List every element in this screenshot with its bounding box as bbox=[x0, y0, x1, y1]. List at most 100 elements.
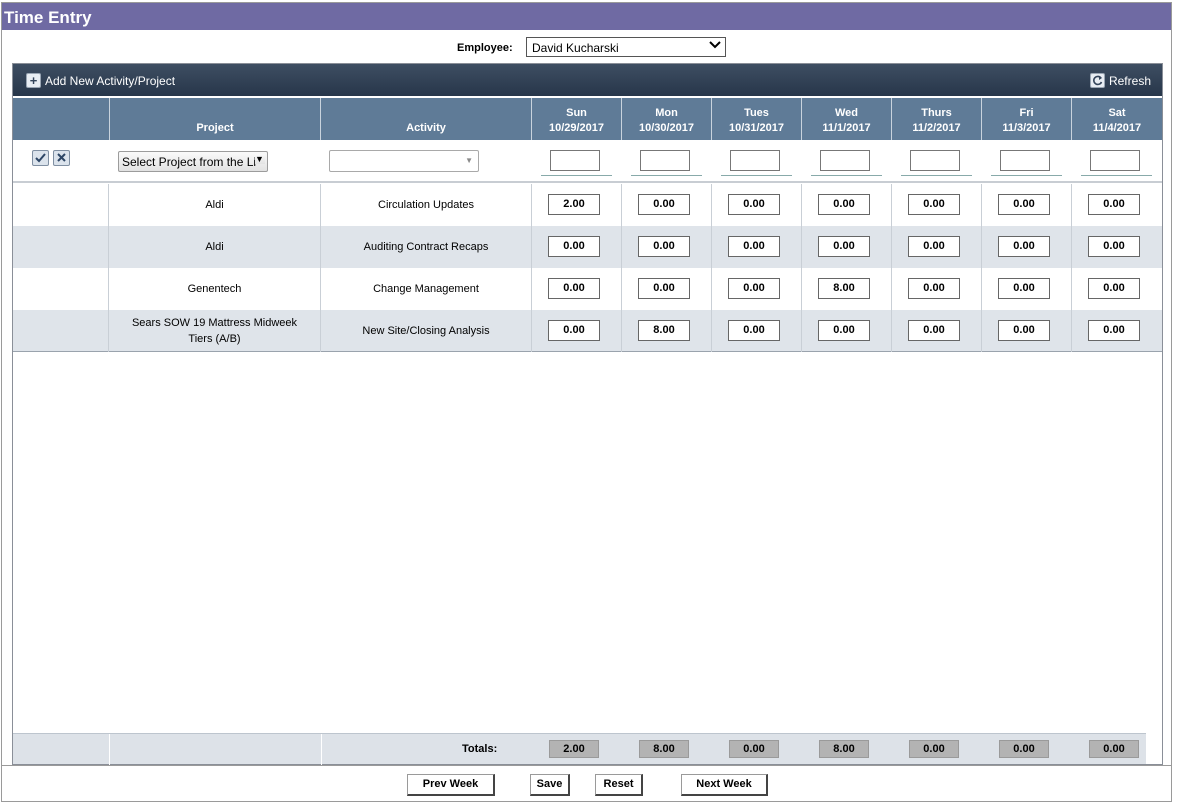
grid-toolbar: + Add New Activity/Project Refresh bbox=[13, 64, 1162, 96]
table-row: Aldi Circulation Updates 2.00 0.00 0.00 … bbox=[13, 184, 1162, 226]
grid-header: Project Activity Sun 10/29/2017 Mon 10/30/… bbox=[13, 98, 1162, 140]
hours-input[interactable]: 8.00 bbox=[638, 320, 690, 341]
header-day-sat: Sat 11/4/2017 bbox=[1092, 107, 1142, 134]
hours-input[interactable]: 0.00 bbox=[818, 320, 870, 341]
hours-input[interactable]: 0.00 bbox=[728, 320, 780, 341]
dropdown-arrow-icon: ▼ bbox=[255, 154, 265, 164]
refresh-label: Refresh bbox=[1108, 73, 1151, 88]
row-project: Sears SOW 19 Mattress Midweek Tiers (A/B… bbox=[109, 310, 321, 352]
hours-input[interactable]: 0.00 bbox=[548, 236, 600, 257]
next-week-button[interactable]: Next Week bbox=[681, 774, 768, 796]
row-activity: Auditing Contract Recaps bbox=[321, 226, 532, 268]
new-hours-input-mon[interactable] bbox=[640, 150, 690, 171]
header-day-sun: Sun 10/29/2017 bbox=[532, 98, 622, 140]
divider bbox=[631, 175, 702, 176]
new-hours-input-thurs[interactable] bbox=[910, 150, 960, 171]
header-day-tues: Tues 10/31/2017 bbox=[712, 98, 802, 140]
divider bbox=[1081, 175, 1152, 176]
row-project: Genentech bbox=[109, 268, 321, 310]
row-project: Aldi bbox=[109, 226, 321, 268]
hours-input[interactable]: 0.00 bbox=[1088, 194, 1140, 215]
reset-button[interactable]: Reset bbox=[595, 774, 643, 796]
divider bbox=[901, 175, 972, 176]
hours-input[interactable]: 0.00 bbox=[818, 236, 870, 257]
header-blank bbox=[13, 98, 110, 140]
total-sun: 2.00 bbox=[549, 740, 599, 758]
row-activity: Circulation Updates bbox=[321, 184, 532, 226]
new-hours-input-sat[interactable] bbox=[1090, 150, 1140, 171]
header-day-thurs: Thurs 11/2/2017 bbox=[892, 98, 982, 140]
hours-input[interactable]: 0.00 bbox=[998, 320, 1050, 341]
save-button[interactable]: Save bbox=[530, 774, 570, 796]
hours-input[interactable]: 8.00 bbox=[818, 278, 870, 299]
hours-input[interactable]: 0.00 bbox=[908, 320, 960, 341]
total-sat: 0.00 bbox=[1089, 740, 1139, 758]
hours-input[interactable]: 0.00 bbox=[1088, 320, 1140, 341]
header-day-fri: Fri 11/3/2017 bbox=[982, 98, 1072, 140]
hours-input[interactable]: 0.00 bbox=[548, 278, 600, 299]
refresh-icon bbox=[1089, 73, 1105, 88]
hours-input[interactable]: 0.00 bbox=[908, 236, 960, 257]
hours-input[interactable]: 0.00 bbox=[548, 320, 600, 341]
new-hours-input-tues[interactable] bbox=[730, 150, 780, 171]
total-wed: 8.00 bbox=[819, 740, 869, 758]
header-day-wed: Wed 11/1/2017 bbox=[802, 98, 892, 140]
hours-input[interactable]: 0.00 bbox=[998, 236, 1050, 257]
hours-input[interactable]: 0.00 bbox=[728, 278, 780, 299]
total-thurs: 0.00 bbox=[909, 740, 959, 758]
totals-label: Totals: bbox=[462, 743, 498, 755]
row-activity: New Site/Closing Analysis bbox=[321, 310, 532, 352]
plus-icon: + bbox=[26, 73, 41, 88]
hours-input[interactable]: 0.00 bbox=[818, 194, 870, 215]
row-activity: Change Management bbox=[321, 268, 532, 310]
hours-input[interactable]: 0.00 bbox=[728, 194, 780, 215]
hours-input[interactable]: 0.00 bbox=[728, 236, 780, 257]
chevron-down-icon bbox=[709, 37, 721, 49]
hours-input[interactable]: 0.00 bbox=[998, 194, 1050, 215]
close-icon[interactable] bbox=[53, 150, 70, 166]
divider bbox=[541, 175, 612, 176]
hours-input[interactable]: 0.00 bbox=[908, 278, 960, 299]
employee-row: Employee: David Kucharski bbox=[2, 36, 1171, 58]
new-hours-input-sun[interactable] bbox=[550, 150, 600, 171]
checkmark-icon[interactable] bbox=[32, 150, 49, 166]
hours-input[interactable]: 2.00 bbox=[548, 194, 600, 215]
time-grid: + Add New Activity/Project Refresh Proje… bbox=[12, 63, 1163, 765]
divider bbox=[2, 765, 1171, 766]
window-title: Time Entry bbox=[2, 3, 1171, 30]
hours-input[interactable]: 0.00 bbox=[908, 194, 960, 215]
totals-row: Totals: 2.00 8.00 0.00 8.00 0.00 0.00 0.… bbox=[13, 733, 1146, 765]
refresh-button[interactable]: Refresh bbox=[1089, 73, 1151, 88]
total-mon: 8.00 bbox=[639, 740, 689, 758]
divider bbox=[991, 175, 1062, 176]
dropdown-arrow-icon: ▼ bbox=[465, 156, 473, 165]
project-select[interactable]: Select Project from the Li ▼ bbox=[118, 151, 268, 172]
project-select-placeholder: Select Project from the Li bbox=[122, 155, 257, 169]
header-day-mon: Mon 10/30/2017 bbox=[622, 98, 712, 140]
add-activity-label: Add New Activity/Project bbox=[45, 73, 176, 88]
table-row: Aldi Auditing Contract Recaps 0.00 0.00 … bbox=[13, 226, 1162, 268]
hours-input[interactable]: 0.00 bbox=[638, 194, 690, 215]
time-entry-window: Time Entry Employee: David Kucharski + A… bbox=[1, 2, 1172, 802]
table-row: Sears SOW 19 Mattress Midweek Tiers (A/B… bbox=[13, 310, 1162, 352]
hours-input[interactable]: 0.00 bbox=[1088, 278, 1140, 299]
employee-label: Employee: bbox=[457, 42, 513, 54]
table-row: Genentech Change Management 0.00 0.00 0.… bbox=[13, 268, 1162, 310]
divider bbox=[721, 175, 792, 176]
header-project: Project bbox=[110, 98, 321, 140]
total-fri: 0.00 bbox=[999, 740, 1049, 758]
hours-input[interactable]: 0.00 bbox=[998, 278, 1050, 299]
prev-week-button[interactable]: Prev Week bbox=[407, 774, 495, 796]
hours-input[interactable]: 0.00 bbox=[638, 236, 690, 257]
add-activity-button[interactable]: + Add New Activity/Project bbox=[26, 73, 175, 88]
employee-selected-value: David Kucharski bbox=[532, 41, 619, 55]
new-hours-input-wed[interactable] bbox=[820, 150, 870, 171]
new-entry-row: Select Project from the Li ▼ ▼ bbox=[13, 140, 1162, 183]
activity-select[interactable]: ▼ bbox=[329, 150, 479, 172]
employee-select[interactable]: David Kucharski bbox=[526, 37, 726, 57]
hours-input[interactable]: 0.00 bbox=[1088, 236, 1140, 257]
divider bbox=[811, 175, 882, 176]
hours-input[interactable]: 0.00 bbox=[638, 278, 690, 299]
new-hours-input-fri[interactable] bbox=[1000, 150, 1050, 171]
header-activity: Activity bbox=[321, 98, 532, 140]
